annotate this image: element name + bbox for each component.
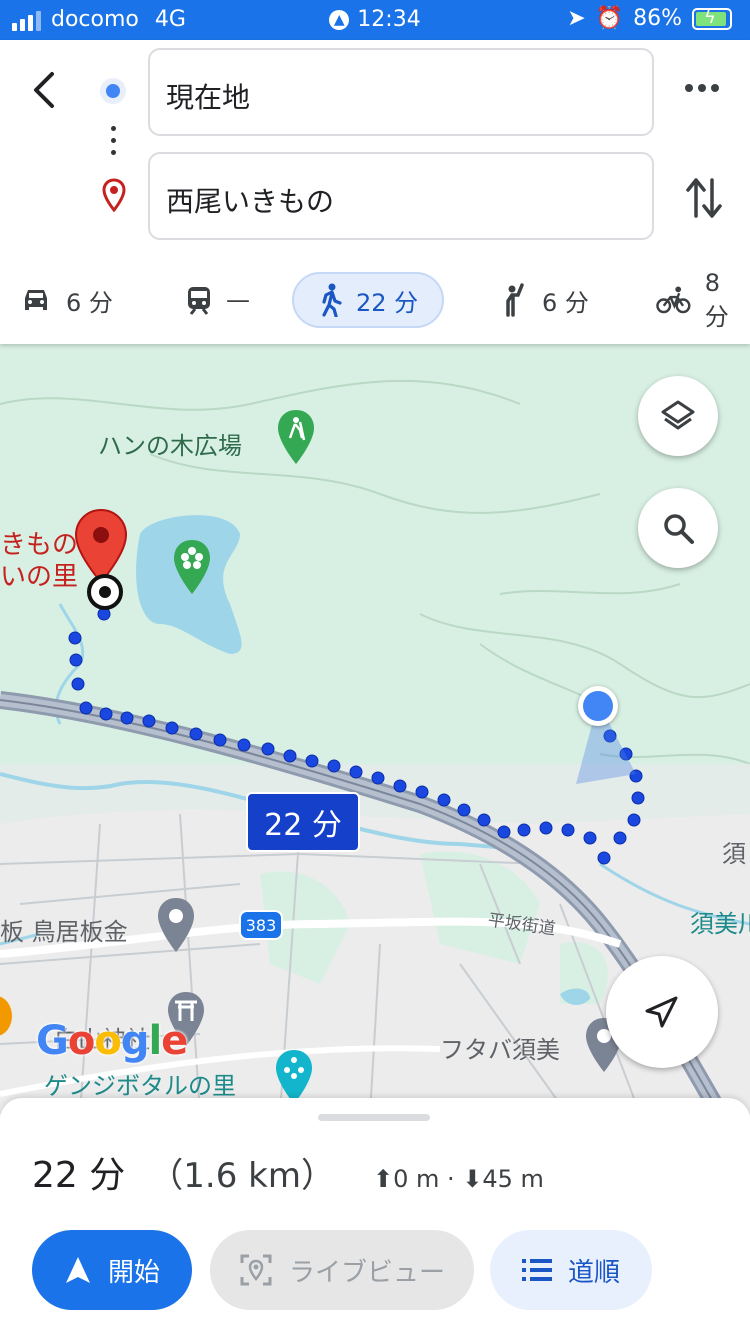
park-pin-icon[interactable] — [276, 408, 316, 470]
summary-time: 22 分 — [32, 1155, 126, 1196]
layers-icon — [661, 400, 695, 430]
sheet-drag-handle[interactable] — [318, 1114, 430, 1121]
route-connector-icon — [111, 126, 116, 162]
map-label-sumi[interactable]: 須 — [722, 834, 746, 869]
mode-transit-label: — — [226, 286, 250, 314]
recenter-button[interactable] — [606, 956, 718, 1068]
status-bar: docomo 4G ▲ 12:34 ➤ ⏰ 86% ϟ — [0, 0, 750, 40]
destination-pin-icon — [102, 178, 126, 216]
swap-button[interactable] — [686, 176, 722, 224]
navigation-icon — [65, 1257, 90, 1283]
navigation-arrow-icon — [645, 996, 678, 1028]
battery-percent-text: 86% — [633, 6, 682, 31]
google-logo: Google — [36, 1018, 188, 1064]
mode-tab-transit[interactable]: — — [186, 272, 250, 328]
battery-icon: ϟ — [692, 7, 732, 30]
start-navigation-button[interactable]: 開始 — [32, 1230, 192, 1310]
list-icon — [521, 1259, 552, 1281]
mode-walk-label: 22 分 — [356, 288, 419, 317]
train-icon — [188, 287, 210, 315]
more-dots-icon — [685, 84, 719, 92]
origin-field[interactable]: 現在地 — [148, 48, 654, 136]
route-duration-tag[interactable]: 22 分 — [246, 792, 360, 852]
map-view[interactable]: ハンの木広場 きもの いの里 22 分 板 鳥居板金 383 平坂街道 白山神社… — [0, 344, 750, 1114]
live-view-button[interactable]: ライブビュー — [210, 1230, 474, 1310]
alarm-icon: ⏰ — [595, 6, 624, 31]
ride-hail-icon — [506, 283, 524, 317]
mode-tab-bicycle[interactable]: 8 分 — [656, 269, 750, 331]
mode-bicycle-label: 8 分 — [704, 268, 729, 331]
steps-button-label: 道順 — [567, 1257, 620, 1288]
location-services-icon: ➤ — [567, 6, 586, 31]
start-button-label: 開始 — [107, 1257, 160, 1288]
clock-text: 12:34 — [357, 7, 421, 32]
car-icon — [25, 290, 47, 310]
bicycle-icon — [656, 286, 691, 314]
summary-distance: （1.6 km） — [149, 1156, 335, 1196]
origin-dot-icon — [100, 78, 126, 104]
live-view-button-label: ライブビュー — [288, 1257, 445, 1288]
mode-car-label: 6 分 — [66, 288, 113, 317]
destination-map-pin-icon[interactable] — [74, 508, 128, 622]
map-label-futaba[interactable]: フタバ須美 — [440, 1030, 560, 1065]
search-map-button[interactable] — [638, 488, 718, 568]
route-summary-sheet[interactable]: 22 分 （1.6 km） ⬆0 m · ⬇45 m 開始 ライブビュー 道順 — [0, 1098, 750, 1334]
steps-button[interactable]: 道順 — [490, 1230, 652, 1310]
mode-tab-car[interactable]: 6 分 — [20, 272, 113, 328]
map-label-sumi-river[interactable]: 須美川 — [690, 904, 750, 939]
current-location-dot-icon — [578, 686, 618, 726]
mode-tab-walk[interactable]: 22 分 — [292, 272, 445, 328]
map-label-destination-2[interactable]: いの里 — [0, 556, 78, 593]
destination-field[interactable]: 西尾いきもの — [148, 152, 654, 240]
summary-elevation: ⬆0 m · ⬇45 m — [372, 1165, 544, 1193]
map-label-torii[interactable]: 板 鳥居板金 — [0, 912, 128, 947]
back-button[interactable] — [26, 70, 66, 110]
location-arrow-icon: ▲ — [329, 10, 350, 30]
mode-tab-ride-hail[interactable]: 6 分 — [500, 272, 589, 328]
directions-header: 現在地 西尾いきもの 6 分 — 22 分 6 分 8 分 — [0, 40, 750, 344]
search-icon — [664, 514, 694, 544]
map-label-hotaru[interactable]: ゲンジボタルの里 — [44, 1066, 236, 1101]
travel-mode-tabs: 6 分 — 22 分 6 分 8 分 — [0, 269, 750, 332]
layers-button[interactable] — [638, 376, 718, 456]
map-label-park[interactable]: ハンの木広場 — [98, 426, 242, 461]
mode-ride-hail-label: 6 分 — [542, 288, 589, 317]
chevron-left-icon — [34, 72, 54, 108]
swap-arrows-icon — [686, 178, 722, 218]
walk-icon — [322, 283, 342, 317]
route-number-badge: 383 — [239, 910, 283, 940]
place-pin-icon[interactable] — [156, 896, 196, 958]
live-view-icon — [240, 1254, 272, 1286]
more-options-button[interactable] — [684, 80, 720, 100]
garden-pin-icon[interactable] — [172, 538, 212, 600]
